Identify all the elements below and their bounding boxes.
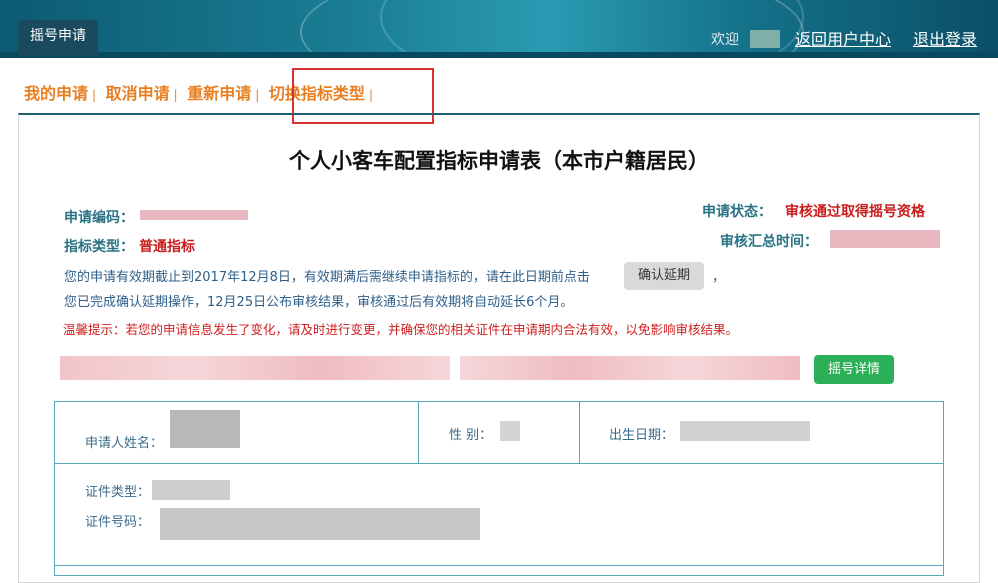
logout-link[interactable]: 退出登录: [913, 26, 977, 50]
table-row-divider: [55, 565, 943, 566]
nav-cancel-application[interactable]: 取消申请: [106, 84, 170, 103]
application-status-label: 申请状态：: [702, 204, 772, 220]
id-type-redacted: [152, 480, 230, 500]
nav-separator: |: [173, 88, 178, 102]
form-title: 个人小客车配置指标申请表（本市户籍居民）: [289, 149, 709, 173]
validity-notice-line1: 您的申请有效期截止到2017年12月8日，有效期满后需继续申请指标的，请在此日期…: [64, 270, 590, 285]
application-code-label: 申请编码：: [64, 210, 134, 226]
id-number-label: 证件号码：: [85, 515, 151, 530]
welcome-text: 欢迎: [711, 32, 739, 48]
applicant-name-redacted: [170, 410, 240, 448]
audit-time-label: 审核汇总时间：: [720, 234, 818, 250]
banner-wave-decoration: [380, 0, 804, 58]
return-user-center-link[interactable]: 返回用户中心: [795, 26, 891, 50]
gender-redacted: [500, 421, 520, 441]
index-type-label: 指标类型：: [64, 239, 134, 255]
nav-separator: |: [255, 88, 260, 102]
lottery-details-button[interactable]: 摇号详情: [814, 355, 894, 384]
id-number-redacted: [160, 508, 480, 540]
table-divider: [418, 402, 419, 463]
id-type-label: 证件类型：: [85, 485, 151, 500]
validity-notice-line1-suffix: ，: [712, 270, 726, 285]
banner-bottom-strip: [0, 52, 998, 58]
validity-notice-line2: 您已完成确认延期操作，12月25日公布审核结果，审核通过后有效期将自动延长6个月…: [64, 295, 574, 310]
application-code-redacted: [140, 210, 248, 220]
confirm-extension-button[interactable]: 确认延期: [624, 262, 704, 290]
index-type-value: 普通指标: [139, 239, 195, 255]
application-status-value: 审核通过取得摇号资格: [785, 204, 925, 220]
birth-date-redacted: [680, 421, 810, 441]
lottery-info-redacted: [460, 356, 800, 380]
username-redacted: [750, 30, 780, 48]
nav-separator: |: [92, 88, 97, 102]
warning-notice: 温馨提示：若您的申请信息发生了变化，请及时进行变更，并确保您的相关证件在申请期内…: [63, 322, 739, 337]
lottery-application-tab[interactable]: 摇号申请: [18, 20, 98, 56]
nav-reapply[interactable]: 重新申请: [187, 84, 251, 103]
nav-my-application[interactable]: 我的申请: [24, 84, 88, 103]
audit-time-redacted: [830, 230, 940, 248]
table-divider: [579, 402, 580, 463]
applicant-name-label: 申请人姓名：: [85, 436, 164, 451]
gender-label: 性 别：: [449, 428, 493, 443]
birth-date-label: 出生日期：: [609, 428, 675, 443]
lottery-info-redacted: [60, 356, 450, 380]
